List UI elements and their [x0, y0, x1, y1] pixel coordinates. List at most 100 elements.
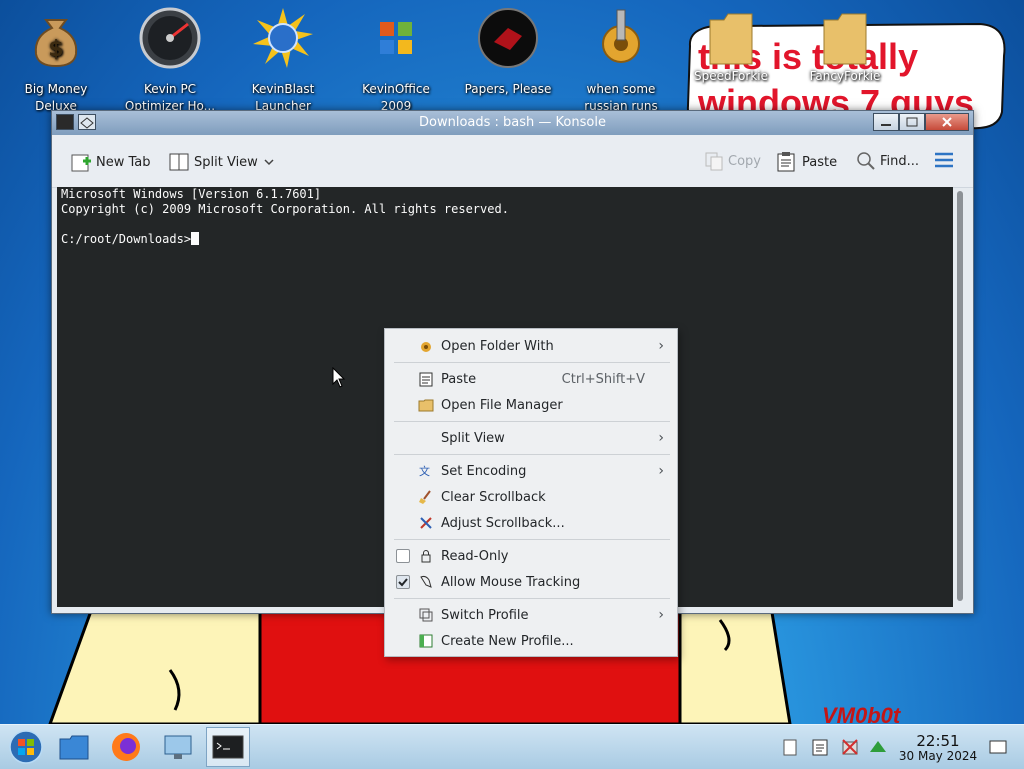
window-title: Downloads : bash — Konsole — [419, 115, 606, 130]
checkmark-icon — [398, 578, 408, 587]
menu-separator — [394, 598, 670, 599]
desktop-icon-label: SpeedForkie — [693, 69, 769, 83]
papers-please-icon — [478, 8, 538, 68]
menu-item-open-folder-with[interactable]: Open Folder With › — [385, 333, 677, 359]
gear-icon — [602, 9, 640, 63]
menu-item-read-only[interactable]: Read-Only — [385, 543, 677, 569]
desktop-icon-label: Papers, Please — [464, 82, 552, 96]
desktop-icon-label: FancyForkie — [809, 69, 881, 83]
desktop-folder-speedforkie[interactable]: SpeedForkie — [683, 6, 779, 83]
paste-icon — [777, 152, 795, 172]
read-only-checkbox[interactable] — [396, 549, 410, 563]
window-titlebar[interactable]: Downloads : bash — Konsole — [52, 111, 973, 135]
scrollbar-thumb[interactable] — [957, 191, 963, 601]
folder-icon — [823, 13, 867, 65]
allow-mouse-tracking-checkbox[interactable] — [396, 575, 410, 589]
menu-separator — [394, 539, 670, 540]
desktop-icon-big-money-deluxe[interactable]: $ Big Money Deluxe — [8, 6, 104, 115]
menu-item-label: Open File Manager — [441, 397, 563, 413]
desktop-icon-kevin-pc-optimizer[interactable]: Kevin PC Optimizer Ho... — [122, 6, 218, 115]
new-tab-button[interactable]: New Tab — [70, 151, 151, 173]
desktop-icon-kevinoffice[interactable]: KevinOffice 2009 — [348, 6, 444, 115]
chevron-right-icon: › — [658, 430, 664, 446]
konsole-toolbar: New Tab Split View Copy Paste Find... — [52, 135, 973, 188]
window-menu-button[interactable] — [56, 114, 74, 130]
chevron-right-icon: › — [658, 338, 664, 354]
desktop-folder-fancyforkie[interactable]: FancyForkie — [797, 6, 893, 83]
paste-button[interactable]: Paste — [776, 151, 837, 173]
close-icon — [942, 117, 952, 127]
minimize-button[interactable] — [873, 113, 899, 131]
office-logo-icon — [380, 22, 412, 54]
paste-tray-icon[interactable] — [810, 737, 830, 757]
clock-date: 30 May 2024 — [898, 749, 978, 763]
split-view-icon — [169, 153, 189, 171]
folder-icon — [709, 13, 753, 65]
gear-icon — [421, 342, 431, 352]
menu-item-switch-profile[interactable]: Switch Profile › — [385, 602, 677, 628]
menu-item-label: Open Folder With — [441, 338, 554, 354]
find-label: Find... — [880, 153, 920, 169]
terminal-scrollbar[interactable] — [954, 189, 966, 605]
wallpaper-watermark: VM0b0t — [822, 703, 901, 724]
split-view-button[interactable]: Split View — [168, 151, 276, 173]
monitor-icon — [164, 735, 192, 759]
svg-text:$: $ — [48, 37, 63, 62]
maximize-button[interactable] — [899, 113, 925, 131]
switch-icon — [419, 608, 433, 622]
copy-button[interactable]: Copy — [704, 151, 761, 171]
menu-item-allow-mouse-tracking[interactable]: Allow Mouse Tracking — [385, 569, 677, 595]
menu-item-label: Set Encoding — [441, 463, 527, 479]
menu-item-create-new-profile[interactable]: Create New Profile... — [385, 628, 677, 654]
diamond-icon — [80, 117, 94, 129]
taskbar-firefox[interactable] — [104, 727, 148, 767]
copy-icon — [705, 152, 723, 171]
keep-above-button[interactable] — [78, 114, 96, 130]
menu-item-paste[interactable]: Paste Ctrl+Shift+V — [385, 366, 677, 392]
mouse-tracking-icon — [420, 575, 432, 588]
menu-item-clear-scrollback[interactable]: Clear Scrollback — [385, 484, 677, 510]
menu-item-set-encoding[interactable]: 文 Set Encoding › — [385, 458, 677, 484]
network-disconnected-icon[interactable] — [840, 737, 860, 757]
hamburger-menu-icon — [935, 152, 953, 168]
menu-item-label: Read-Only — [441, 548, 509, 564]
minimize-icon — [881, 124, 891, 126]
chevron-down-icon — [264, 159, 274, 166]
taskbar-system-settings[interactable] — [156, 727, 200, 767]
hamburger-menu-button[interactable] — [934, 151, 954, 169]
terminal-prompt: C:/root/Downloads> — [61, 232, 192, 246]
terminal-line: Microsoft Windows [Version 6.1.7601] — [61, 187, 322, 201]
broom-icon — [419, 490, 431, 504]
terminal-icon — [212, 735, 244, 759]
clipboard-tray-icon[interactable] — [780, 737, 800, 757]
menu-item-adjust-scrollback[interactable]: Adjust Scrollback... — [385, 510, 677, 536]
desktop-icon-papers-please[interactable]: Papers, Please — [460, 6, 556, 98]
context-menu: Open Folder With › Paste Ctrl+Shift+V Op… — [384, 328, 678, 657]
show-desktop-icon[interactable] — [988, 737, 1008, 757]
taskbar: 22:51 30 May 2024 — [0, 724, 1024, 769]
globe-burst-icon — [253, 8, 313, 68]
maximize-icon — [906, 117, 918, 127]
find-button[interactable]: Find... — [856, 151, 919, 171]
menu-item-open-file-manager[interactable]: Open File Manager — [385, 392, 677, 418]
tools-icon — [420, 517, 432, 529]
start-button[interactable] — [4, 727, 48, 767]
menu-item-label: Adjust Scrollback... — [441, 515, 565, 531]
folder-icon — [418, 399, 434, 412]
menu-item-label: Clear Scrollback — [441, 489, 546, 505]
updates-arrow-icon[interactable] — [868, 737, 888, 757]
desktop-icon-kevinblast-launcher[interactable]: KevinBlast Launcher — [235, 6, 331, 115]
speedometer-icon — [139, 7, 201, 69]
clock-time: 22:51 — [916, 732, 960, 750]
new-profile-icon — [419, 634, 433, 648]
taskbar-konsole[interactable] — [206, 727, 250, 767]
menu-separator — [394, 362, 670, 363]
terminal-prompt-line: C:/root/Downloads> — [61, 232, 949, 247]
clock[interactable]: 22:51 30 May 2024 — [893, 733, 983, 764]
paste-icon — [419, 372, 433, 387]
folder-icon — [59, 735, 89, 760]
menu-item-split-view[interactable]: Split View › — [385, 425, 677, 451]
menu-separator — [394, 454, 670, 455]
taskbar-file-manager[interactable] — [52, 727, 96, 767]
close-button[interactable] — [925, 113, 969, 131]
